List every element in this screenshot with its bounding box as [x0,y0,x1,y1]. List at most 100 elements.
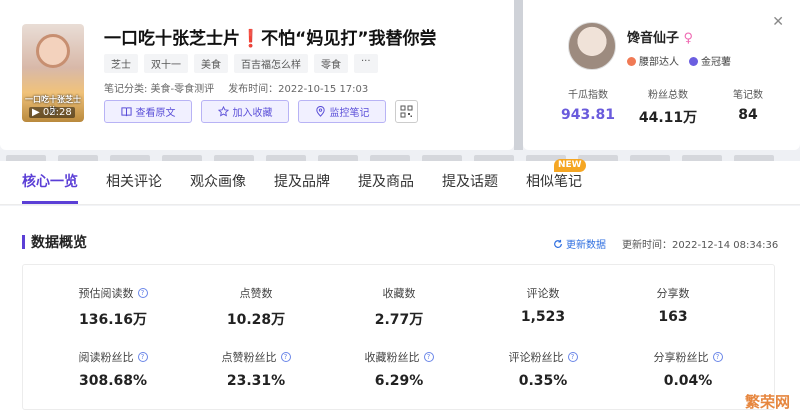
stat-label: 点赞粉丝比? [191,349,321,365]
help-icon[interactable]: ? [137,288,148,298]
author-card: 馋音仙子 ♀ 腰部达人 金冠薯 ✕ 千瓜指数 943.81 粉丝总数 44.11… [523,0,800,150]
stat-label: 收藏数 [334,285,464,301]
more-tags-button[interactable]: ··· [354,54,378,73]
stat-label: 评论数 [478,285,608,301]
tab-mentioned-products[interactable]: 提及商品 [358,161,414,204]
add-favorite-button[interactable]: 加入收藏 [201,100,289,123]
monitor-note-button[interactable]: 监控笔记 [298,100,386,123]
close-icon[interactable]: ✕ [772,14,784,30]
help-icon[interactable]: ? [280,352,291,362]
stat-value: 163 [658,309,688,325]
qr-code-icon [400,105,413,118]
stat-card: 收藏粉丝比? 6.29% [334,349,464,389]
stat-label-text: 收藏数 [382,287,416,300]
crown-icon [689,57,698,66]
stat-value: 308.68% [78,373,148,389]
author-name[interactable]: 馋音仙子 ♀ [627,27,693,46]
stats-grid: 预估阅读数? 136.16万 点赞数 10.28万 收藏数 2.77万 评论数 … [22,264,775,410]
qr-code-button[interactable] [395,100,418,123]
data-overview-section: 数据概览 更新数据 更新时间：2022-12-14 08:34:36 预估阅读数… [0,206,800,417]
category-strip [0,150,800,161]
stat-label: 预估阅读数? [48,285,178,301]
stat-card: 收藏数 2.77万 [334,285,464,329]
refresh-icon [554,239,562,248]
tab-audience-profile[interactable]: 观众画像 [190,161,246,204]
stat-value: 44.11万 [638,110,698,126]
section-title-text: 数据概览 [31,235,87,251]
author-stats: 千瓜指数 943.81 粉丝总数 44.11万 笔记数 84 [548,86,788,127]
view-original-button[interactable]: 查看原文 [104,100,192,123]
stat-label-text: 阅读粉丝比 [78,351,134,364]
stat-label: 分享粉丝比? [623,349,753,365]
stat-label: 阅读粉丝比? [48,349,178,365]
waist-kol-badge: 腰部达人 [627,53,679,68]
badge2-label: 金冠薯 [701,57,731,68]
help-icon[interactable]: ? [423,352,434,362]
update-time: 更新时间：2022-12-14 08:34:36 [622,240,779,251]
tab-similar-notes-label: 相似笔记 [526,174,582,190]
author-name-text: 馋音仙子 [627,31,680,46]
watermark: 繁荣网 [744,393,790,411]
help-icon[interactable]: ? [137,352,148,362]
add-favorite-label: 加入收藏 [232,108,273,119]
stat-label: 点赞数 [191,285,321,301]
note-thumbnail[interactable]: 一口吃十张芝士片 ▶ 02:28 [22,24,84,122]
stat-label: 分享数 [608,285,738,301]
person-icon [627,57,636,66]
location-pin-icon [315,106,325,117]
stat-label-text: 预估阅读数 [78,287,134,300]
refresh-label: 更新数据 [566,240,606,251]
stat-label: 粉丝总数 [648,90,688,101]
tab-core-overview[interactable]: 核心一览 [22,161,78,204]
stat-value: 2.77万 [374,312,424,328]
author-stat: 粉丝总数 44.11万 [628,86,708,127]
stat-value: 943.81 [560,107,616,123]
stat-label-text: 收藏粉丝比 [364,351,420,364]
tag[interactable]: 百吉福怎么样 [234,54,308,73]
stat-card: 评论数 1,523 [478,285,608,325]
stat-label: 收藏粉丝比? [334,349,464,365]
stat-label: 评论粉丝比? [478,349,608,365]
tag[interactable]: 芝士 [104,54,138,73]
author-stat: 笔记数 84 [708,86,788,127]
video-duration: ▶ 02:28 [29,107,75,118]
duration-text: 02:28 [42,107,72,118]
stat-card: 点赞粉丝比? 23.31% [191,349,321,389]
stat-value: 1,523 [520,309,566,325]
stat-value: 136.16万 [78,312,148,328]
stat-label-text: 分享数 [656,287,690,300]
author-stat: 千瓜指数 943.81 [548,86,628,127]
section-title: 数据概览 [22,232,87,252]
badge1-label: 腰部达人 [639,57,679,68]
stat-label-text: 评论粉丝比 [508,351,564,364]
stat-value: 84 [738,107,758,123]
tag[interactable]: 美食 [194,54,228,73]
tab-similar-notes[interactable]: 相似笔记 NEW [526,159,586,204]
stat-value: 0.35% [518,373,568,389]
refresh-data-button[interactable]: 更新数据 [553,236,606,251]
tab-related-comments[interactable]: 相关评论 [106,161,162,204]
tab-mentioned-brands[interactable]: 提及品牌 [274,161,330,204]
stat-label: 笔记数 [733,90,763,101]
title-part2: 不怕“妈见打”我替你尝 [261,29,437,49]
help-icon[interactable]: ? [567,352,578,362]
publish-time: 发布时间：2022-10-15 17:03 [228,84,369,95]
stat-label-text: 分享粉丝比 [653,351,709,364]
help-icon[interactable]: ? [712,352,723,362]
stat-value: 0.04% [663,373,713,389]
new-badge: NEW [554,159,586,172]
tag[interactable]: 双十一 [144,54,188,73]
stat-label-text: 评论数 [526,287,560,300]
card-gap [514,0,523,150]
stat-card: 分享数 163 [608,285,738,325]
star-icon [217,106,229,117]
monitor-note-label: 监控笔记 [329,108,370,119]
exclamation-icon: ❗ [240,29,262,49]
note-actions: 查看原文 加入收藏 监控笔记 [104,100,418,123]
tag[interactable]: 零食 [314,54,348,73]
tab-mentioned-topics[interactable]: 提及话题 [442,161,498,204]
stat-value: 10.28万 [226,312,286,328]
book-icon [120,107,132,117]
stat-card: 评论粉丝比? 0.35% [478,349,608,389]
avatar[interactable] [568,22,616,70]
